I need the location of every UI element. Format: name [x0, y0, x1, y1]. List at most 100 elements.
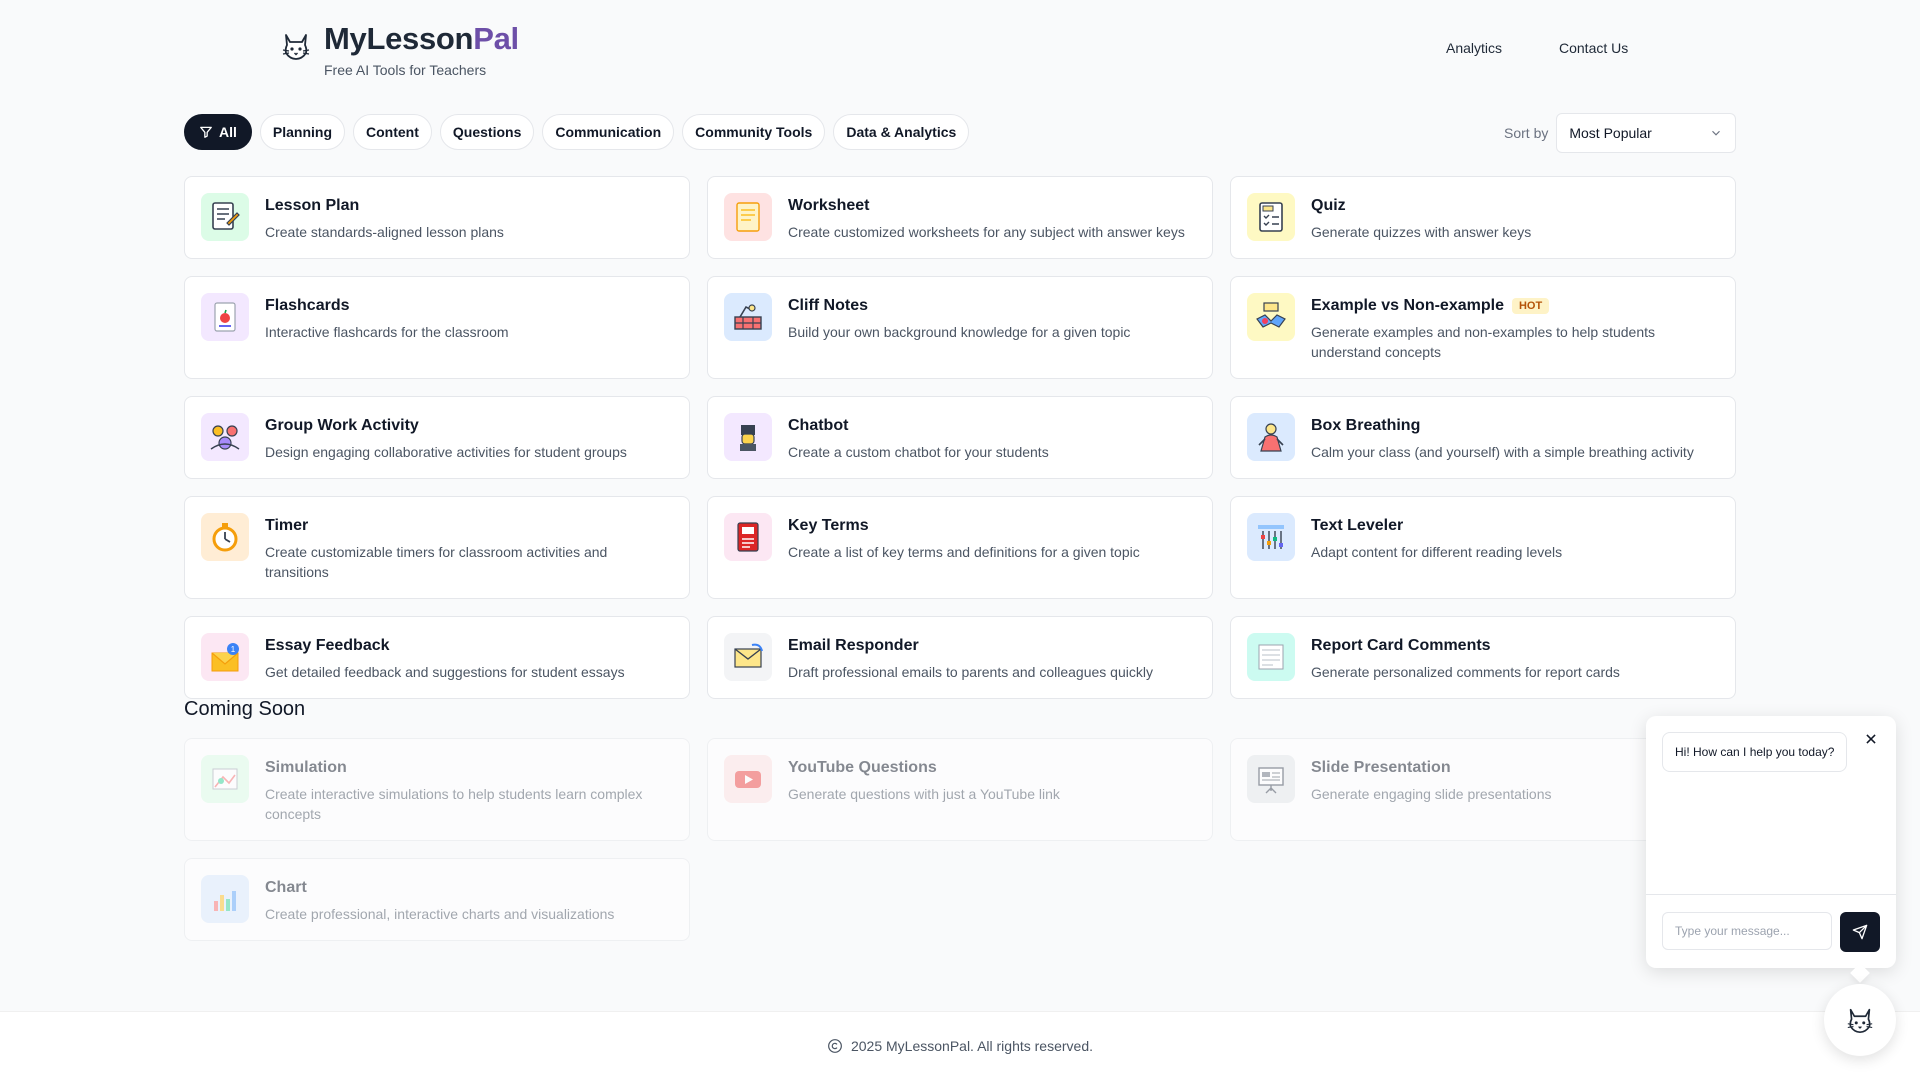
tool-card-text: Chart Create professional, interactive ch… [265, 875, 614, 924]
tool-card-text: Quiz Generate quizzes with answer keys [1311, 193, 1531, 242]
filter-chip-all[interactable]: All [184, 114, 252, 150]
site-header: MyLessonPal Free AI Tools for Teachers A… [0, 0, 1920, 100]
hot-badge: HOT [1511, 298, 1550, 314]
sort-label: Sort by [1504, 125, 1549, 141]
tool-card-title: Example vs Non-example HOT [1311, 297, 1719, 315]
tool-card-text-leveler[interactable]: Text Leveler Adapt content for different … [1230, 496, 1736, 599]
tool-card-text: Timer Create customizable timers for clas… [265, 513, 673, 582]
chat-send-button[interactable] [1840, 912, 1880, 952]
tool-card-description: Design engaging collaborative activities… [265, 444, 627, 460]
tool-card-email-responder[interactable]: Email Responder Draft professional emails… [707, 616, 1213, 699]
tool-card-title-text: Flashcards [265, 297, 350, 314]
tool-card-title-text: Cliff Notes [788, 297, 868, 314]
tool-card-title: Quiz [1311, 197, 1531, 215]
tool-card-text: Flashcards Interactive flashcards for the… [265, 293, 509, 362]
tool-card-title-text: Worksheet [788, 197, 870, 214]
nav-analytics-link[interactable]: Analytics [1446, 40, 1502, 56]
filter-icon [200, 126, 212, 138]
tool-card-chatbot[interactable]: Chatbot Create a custom chatbot for your … [707, 396, 1213, 479]
tool-card-text: Key Terms Create a list of key terms and … [788, 513, 1140, 582]
tool-card-title: Flashcards [265, 297, 509, 315]
chatbot-icon [724, 413, 772, 461]
tools-grid: Lesson Plan Create standards-aligned less… [184, 176, 1736, 699]
tool-card-title: Key Terms [788, 517, 1140, 535]
tool-card-text: Cliff Notes Build your own background kno… [788, 293, 1130, 362]
footer: 2025 MyLessonPal. All rights reserved. [0, 1011, 1920, 1080]
tool-card-description: Generate questions with just a YouTube l… [788, 786, 1060, 802]
tool-card-title-text: Lesson Plan [265, 197, 360, 214]
tool-card-title-text: Timer [265, 517, 309, 534]
tool-card-description: Create a custom chatbot for your student… [788, 444, 1049, 460]
tool-card-title: Chatbot [788, 417, 1049, 435]
chat-message-input[interactable] [1662, 912, 1832, 950]
report-card-icon [1247, 633, 1295, 681]
tool-card-report-card-comments[interactable]: Report Card Comments Generate personalize… [1230, 616, 1736, 699]
chevron-down-icon [1712, 130, 1721, 136]
tool-card-timer[interactable]: Timer Create customizable timers for clas… [184, 496, 690, 599]
chat-close-button[interactable] [1864, 732, 1878, 751]
tool-card-essay-feedback[interactable]: 1 Essay Feedback Get detailed feedback and… [184, 616, 690, 699]
tool-card-title-text: YouTube Questions [788, 759, 937, 776]
footer-text: 2025 MyLessonPal. All rights reserved. [850, 1038, 1093, 1054]
key-terms-icon [724, 513, 772, 561]
tool-card-title: Text Leveler [1311, 517, 1562, 535]
logo[interactable]: MyLessonPal Free AI Tools for Teachers [280, 22, 519, 78]
box-breathing-icon [1247, 413, 1295, 461]
tool-card-title: Cliff Notes [788, 297, 1130, 315]
tool-card-box-breathing[interactable]: Box Breathing Calm your class (and yourse… [1230, 396, 1736, 479]
filter-chip-data-analytics[interactable]: Data & Analytics [833, 114, 970, 150]
tool-card-title-text: Essay Feedback [265, 637, 390, 654]
filter-chip-content[interactable]: Content [353, 114, 432, 150]
tool-card-description: Create professional, interactive charts … [265, 906, 615, 922]
filter-chip-label: All [219, 124, 237, 140]
tool-card-key-terms[interactable]: Key Terms Create a list of key terms and … [707, 496, 1213, 599]
tool-card-example-vs-non-example[interactable]: Example vs Non-example HOT Generate exampl… [1230, 276, 1736, 379]
tool-card-text: Slide Presentation Generate engaging slid… [1311, 755, 1552, 824]
chat-toggle-button[interactable] [1824, 984, 1896, 1056]
nav-contact-link[interactable]: Contact Us [1559, 40, 1628, 56]
tool-card-title: Report Card Comments [1311, 637, 1620, 655]
tool-card-title-text: Group Work Activity [265, 417, 419, 434]
chat-divider [1646, 894, 1896, 895]
tool-card-description: Adapt content for different reading leve… [1311, 544, 1563, 560]
tool-card-title: Box Breathing [1311, 417, 1694, 435]
tool-card-text: Essay Feedback Get detailed feedback and … [265, 633, 625, 682]
tool-card-title: Chart [265, 879, 614, 897]
tool-card-title: Timer [265, 517, 673, 535]
tool-card-description: Build your own background knowledge for … [788, 324, 1131, 340]
tool-card-title-text: Email Responder [788, 637, 919, 654]
chat-panel: Hi! How can I help you today? [1646, 716, 1896, 968]
tool-card-description: Get detailed feedback and suggestions fo… [265, 664, 625, 680]
tool-card-title-text: Box Breathing [1311, 417, 1421, 434]
filter-chip-community-tools[interactable]: Community Tools [682, 114, 826, 150]
tool-card-description: Interactive flashcards for the classroom [265, 324, 509, 340]
tool-card-text: Lesson Plan Create standards-aligned less… [265, 193, 504, 242]
chat-greeting-message: Hi! How can I help you today? [1662, 732, 1848, 772]
tool-card-lesson-plan[interactable]: Lesson Plan Create standards-aligned less… [184, 176, 690, 259]
tool-card-cliff-notes[interactable]: Cliff Notes Build your own background kno… [707, 276, 1213, 379]
tool-card-group-work-activity[interactable]: Group Work Activity Design engaging colla… [184, 396, 690, 479]
tool-card-worksheet[interactable]: Worksheet Create customized worksheets fo… [707, 176, 1213, 259]
tool-card-text: Worksheet Create customized worksheets fo… [788, 193, 1185, 242]
flashcards-icon [201, 293, 249, 341]
tool-card-quiz[interactable]: Quiz Generate quizzes with answer keys [1230, 176, 1736, 259]
cat-logo-icon [282, 34, 310, 60]
tool-card-title-text: Report Card Comments [1311, 637, 1491, 654]
tool-card-text: Example vs Non-example HOT Generate exampl… [1311, 293, 1719, 362]
tool-card-title-text: Text Leveler [1311, 517, 1404, 534]
tool-card-simulation: Simulation Create interactive simulations… [184, 738, 690, 841]
tool-card-description: Generate examples and non-examples to he… [1311, 324, 1655, 360]
tool-card-description: Create interactive simulations to help s… [265, 786, 643, 822]
tool-card-text: Chatbot Create a custom chatbot for your … [788, 413, 1049, 462]
cliff-notes-icon [724, 293, 772, 341]
tool-card-description: Calm your class (and yourself) with a si… [1311, 444, 1694, 460]
filter-chip-communication[interactable]: Communication [542, 114, 675, 150]
sort-select[interactable]: Most Popular [1556, 113, 1737, 153]
brand-part-1: MyLesson [324, 21, 474, 56]
tool-card-flashcards[interactable]: Flashcards Interactive flashcards for the… [184, 276, 690, 379]
quiz-icon [1247, 193, 1295, 241]
tool-card-text: Simulation Create interactive simulations… [265, 755, 673, 824]
filter-chip-questions[interactable]: Questions [439, 114, 535, 150]
sort-value: Most Popular [1569, 125, 1652, 141]
filter-chip-planning[interactable]: Planning [259, 114, 346, 150]
